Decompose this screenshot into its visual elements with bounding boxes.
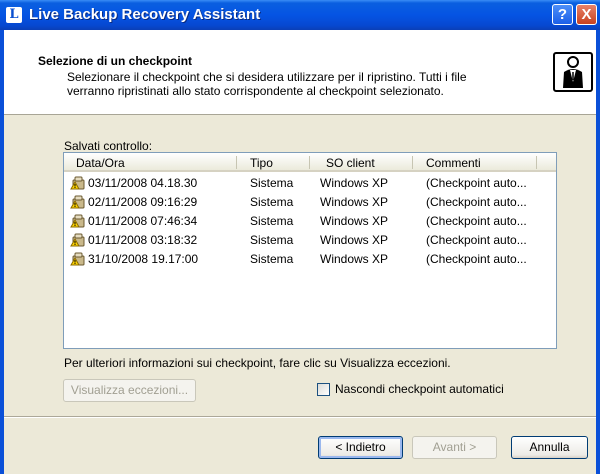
cell-type: Sistema — [250, 252, 294, 266]
window-frame-right — [596, 30, 600, 474]
checkpoint-list[interactable]: Data/Ora Tipo SO client Commenti 03/11/2… — [63, 152, 557, 349]
cancel-button[interactable]: Annulla — [511, 436, 588, 459]
app-icon: L — [6, 7, 22, 23]
column-header-os[interactable]: SO client — [326, 156, 375, 170]
checkpoint-list-label: Salvati controllo: — [64, 139, 153, 153]
cell-date: 31/10/2008 19.17:00 — [88, 252, 199, 266]
table-row[interactable]: 03/11/2008 04.18.30 Sistema Windows XP (Che… — [64, 173, 556, 192]
help-button[interactable]: ? — [552, 4, 573, 25]
checkpoint-warning-icon — [70, 212, 87, 229]
cell-os: Windows XP — [320, 176, 389, 190]
title-bar[interactable]: L Live Backup Recovery Assistant ? X — [0, 0, 600, 30]
cell-comment: (Checkpoint auto... — [426, 214, 527, 228]
window-title: Live Backup Recovery Assistant — [29, 6, 261, 23]
hide-auto-checkbox[interactable] — [317, 383, 330, 396]
hide-auto-label[interactable]: Nascondi checkpoint automatici — [335, 382, 504, 396]
column-header-date[interactable]: Data/Ora — [76, 156, 125, 170]
cell-os: Windows XP — [320, 252, 389, 266]
cell-os: Windows XP — [320, 195, 389, 209]
table-row[interactable]: 01/11/2008 03:18:32 Sistema Windows XP (Che… — [64, 230, 556, 249]
column-header-comments[interactable]: Commenti — [426, 156, 481, 170]
checkpoint-warning-icon — [70, 231, 87, 248]
cell-date: 01/11/2008 07:46:34 — [88, 214, 198, 228]
checkpoint-warning-icon — [70, 250, 87, 267]
page-description: Selezionare il checkpoint che si desider… — [67, 70, 467, 98]
close-button[interactable]: X — [576, 4, 597, 25]
footer-divider — [4, 416, 596, 418]
checkpoint-warning-icon — [70, 193, 87, 210]
column-separator[interactable] — [536, 156, 537, 169]
wizard-header: Selezione di un checkpoint Selezionare i… — [4, 30, 596, 115]
list-header: Data/Ora Tipo SO client Commenti — [64, 153, 556, 172]
page-title: Selezione di un checkpoint — [38, 54, 193, 68]
table-row[interactable]: 31/10/2008 19.17:00 Sistema Windows XP (Che… — [64, 249, 556, 268]
back-button[interactable]: < Indietro — [318, 436, 403, 459]
column-separator[interactable] — [236, 156, 237, 169]
cell-os: Windows XP — [320, 214, 389, 228]
cell-os: Windows XP — [320, 233, 389, 247]
cell-comment: (Checkpoint auto... — [426, 195, 527, 209]
checkpoint-warning-icon — [70, 174, 87, 191]
cell-type: Sistema — [250, 233, 294, 247]
cell-type: Sistema — [250, 195, 294, 209]
cell-date: 03/11/2008 04.18.30 — [88, 176, 198, 190]
info-text: Per ulteriori informazioni sui checkpoin… — [64, 356, 451, 370]
cell-date: 01/11/2008 03:18:32 — [88, 233, 198, 247]
cell-comment: (Checkpoint auto... — [426, 176, 527, 190]
cell-type: Sistema — [250, 214, 294, 228]
table-row[interactable]: 01/11/2008 07:46:34 Sistema Windows XP (Che… — [64, 211, 556, 230]
cell-type: Sistema — [250, 176, 294, 190]
view-exceptions-button[interactable]: Visualizza eccezioni... — [63, 379, 196, 402]
cell-date: 02/11/2008 09:16:29 — [88, 195, 198, 209]
column-separator[interactable] — [412, 156, 413, 169]
wizard-window: L Live Backup Recovery Assistant ? X Sel… — [0, 0, 600, 474]
wizard-person-icon — [553, 52, 593, 92]
cell-comment: (Checkpoint auto... — [426, 252, 527, 266]
column-separator[interactable] — [309, 156, 310, 169]
cell-comment: (Checkpoint auto... — [426, 233, 527, 247]
column-header-type[interactable]: Tipo — [250, 156, 273, 170]
table-row[interactable]: 02/11/2008 09:16:29 Sistema Windows XP (Che… — [64, 192, 556, 211]
next-button[interactable]: Avanti > — [412, 436, 497, 459]
